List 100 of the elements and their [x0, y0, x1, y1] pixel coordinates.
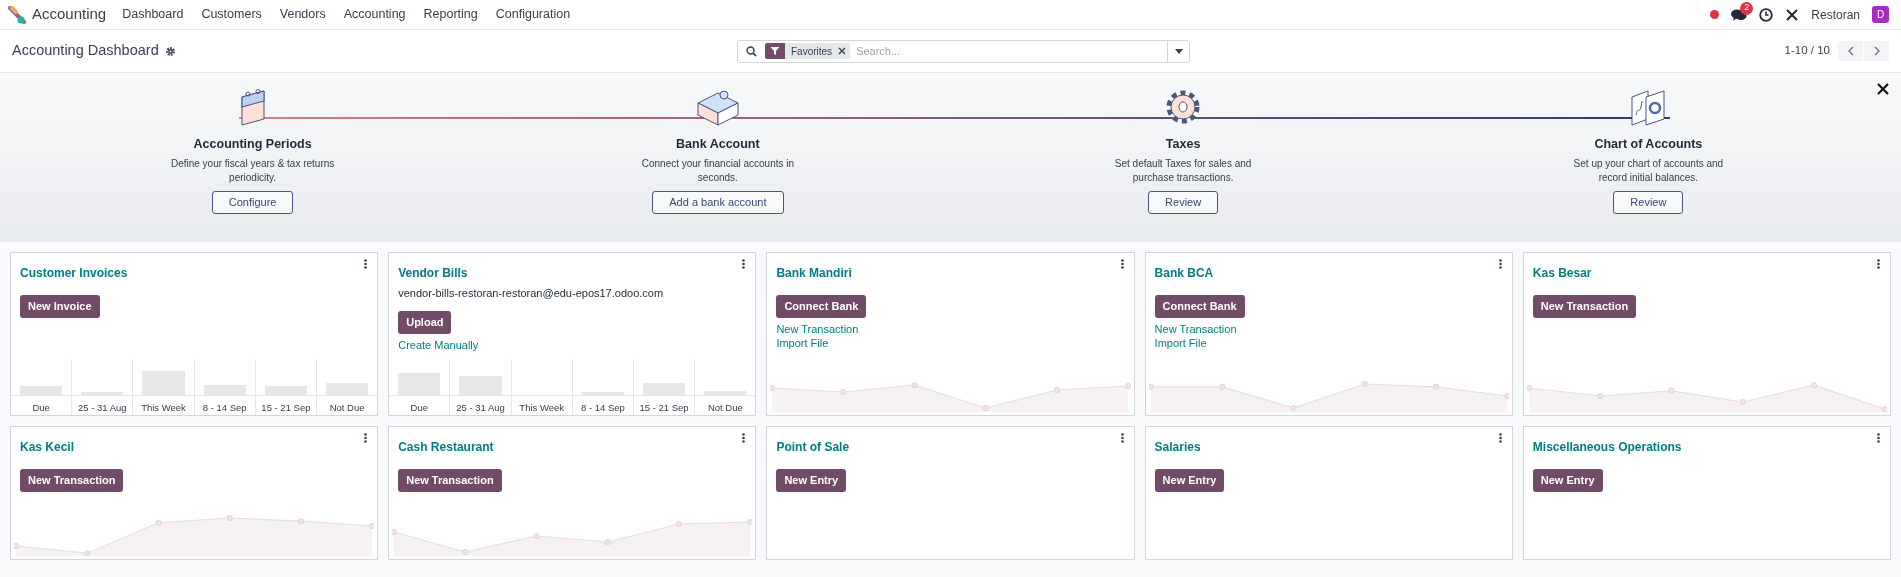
chart-point	[840, 389, 847, 395]
more-options-icon[interactable]	[364, 433, 368, 443]
more-options-icon[interactable]	[1877, 433, 1880, 443]
chart-point	[84, 550, 91, 556]
link[interactable]: Import File	[1154, 336, 1207, 350]
chart-point	[983, 405, 990, 411]
journal-title[interactable]: Vendor Bills	[398, 264, 468, 282]
step-button[interactable]: Review	[1613, 190, 1684, 214]
chart-point	[1503, 393, 1509, 399]
menu-item[interactable]: Vendors	[279, 5, 326, 24]
journal-title[interactable]: Kas Kecil	[20, 438, 75, 456]
primary-button[interactable]: Upload	[398, 310, 452, 334]
menu-item[interactable]: Dashboard	[122, 5, 184, 24]
more-options-icon[interactable]	[742, 259, 746, 269]
journal-title[interactable]: Bank BCA	[1154, 264, 1214, 282]
chart-point	[462, 549, 469, 555]
link[interactable]: New Transaction	[1154, 322, 1237, 336]
chart-point	[770, 385, 776, 391]
primary-button[interactable]: Connect Bank	[1154, 295, 1245, 318]
primary-button[interactable]: New Transaction	[20, 469, 124, 492]
search-facet[interactable]: Favorites	[765, 43, 851, 59]
chevron-left-icon	[1847, 46, 1854, 56]
axis-label: This Week	[140, 400, 187, 415]
menu-item[interactable]: Customers	[201, 5, 262, 24]
search-bar[interactable]: Favorites Search...	[737, 39, 1190, 63]
menu-item[interactable]: Configuration	[495, 5, 571, 24]
caret-icon	[1174, 48, 1183, 54]
search-input[interactable]: Search...	[856, 42, 1167, 60]
link[interactable]: Create Manually	[398, 337, 479, 352]
primary-button[interactable]: New Transaction	[1532, 295, 1637, 318]
axis-label: Not Due	[328, 400, 366, 415]
facet-label: Favorites	[791, 44, 833, 59]
pager-value[interactable]: 1-10 / 10	[1784, 42, 1830, 60]
axis-label: Due	[31, 400, 51, 415]
more-options-icon[interactable]	[1120, 259, 1124, 269]
axis-label: 15 - 21 Sep	[638, 400, 690, 415]
app-logo-icon[interactable]	[8, 5, 26, 24]
company-name[interactable]: Restoran	[1811, 5, 1860, 24]
journal-title[interactable]: Salaries	[1154, 438, 1201, 456]
menu-item[interactable]: Accounting	[343, 5, 406, 24]
step-button[interactable]: Configure	[211, 190, 294, 214]
page-title: Accounting Dashboard	[12, 41, 159, 61]
clock-icon[interactable]	[1759, 7, 1774, 22]
chart-point	[226, 515, 233, 521]
primary-button[interactable]: New Transaction	[398, 469, 502, 492]
primary-button[interactable]: New Entry	[776, 469, 847, 492]
link[interactable]: New Transaction	[776, 322, 859, 336]
link[interactable]: Import File	[776, 336, 829, 350]
journal-title[interactable]: Kas Besar	[1532, 264, 1592, 282]
search-icon	[746, 45, 757, 57]
step-description: Set default Taxes for sales and purchase transactions.	[1113, 156, 1253, 185]
primary-button[interactable]: New Entry	[1532, 469, 1603, 492]
primary-button[interactable]: New Invoice	[20, 295, 100, 318]
more-options-icon[interactable]	[1877, 259, 1880, 269]
chart-point	[533, 533, 540, 539]
chart-point	[369, 523, 375, 529]
user-avatar[interactable]: D	[1872, 6, 1889, 23]
chart-point	[1597, 393, 1604, 399]
chart-point	[1882, 406, 1887, 412]
primary-button[interactable]: Connect Bank	[776, 295, 867, 318]
chart-point	[1739, 399, 1746, 405]
step-title: Accounting Periods	[193, 136, 312, 153]
step-button[interactable]: Add a bank account	[652, 190, 784, 214]
step-title: Chart of Accounts	[1594, 136, 1703, 153]
journal-title[interactable]: Bank Mandiri	[776, 264, 852, 282]
axis-label: 25 - 31 Aug	[77, 400, 128, 415]
journal-title[interactable]: Cash Restaurant	[398, 438, 494, 456]
chart-point	[1054, 387, 1061, 393]
chart-point	[297, 518, 304, 525]
chart-point	[676, 521, 683, 527]
close-icon[interactable]	[1877, 83, 1889, 95]
axis-label: 25 - 31 Aug	[455, 400, 506, 415]
chart-point	[392, 529, 398, 535]
chevron-right-icon	[1873, 46, 1880, 56]
more-options-icon[interactable]	[742, 433, 746, 443]
axis-label: Due	[409, 400, 429, 415]
step-button[interactable]: Review	[1148, 190, 1219, 214]
primary-button[interactable]: New Entry	[1154, 469, 1225, 492]
app-name[interactable]: Accounting	[32, 3, 107, 26]
journal-title[interactable]: Miscellaneous Operations	[1532, 438, 1682, 456]
chart-point	[1432, 383, 1439, 390]
email-address: vendor-bills-restoran-restoran@edu-epos17.odoo.com	[398, 286, 665, 301]
more-options-icon[interactable]	[1498, 433, 1502, 443]
journal-title[interactable]: Point of Sale	[776, 438, 850, 456]
settings-icon[interactable]	[164, 45, 176, 57]
axis-label: 8 - 14 Sep	[201, 400, 248, 415]
chart-point	[747, 519, 753, 525]
axis-label: This Week	[518, 400, 566, 415]
more-options-icon[interactable]	[1120, 433, 1124, 443]
journal-title[interactable]: Customer Invoices	[20, 264, 128, 282]
more-options-icon[interactable]	[1498, 259, 1502, 269]
chart-point	[604, 539, 611, 545]
menu-item[interactable]: Reporting	[423, 5, 478, 24]
chart-point	[1361, 381, 1368, 387]
chart-point	[1290, 405, 1297, 411]
close-icon[interactable]	[838, 47, 847, 55]
chart-point	[155, 519, 162, 526]
more-options-icon[interactable]	[364, 259, 368, 269]
chart-point	[1668, 387, 1675, 394]
step-description: Connect your financial accounts in seconds.	[640, 156, 796, 185]
